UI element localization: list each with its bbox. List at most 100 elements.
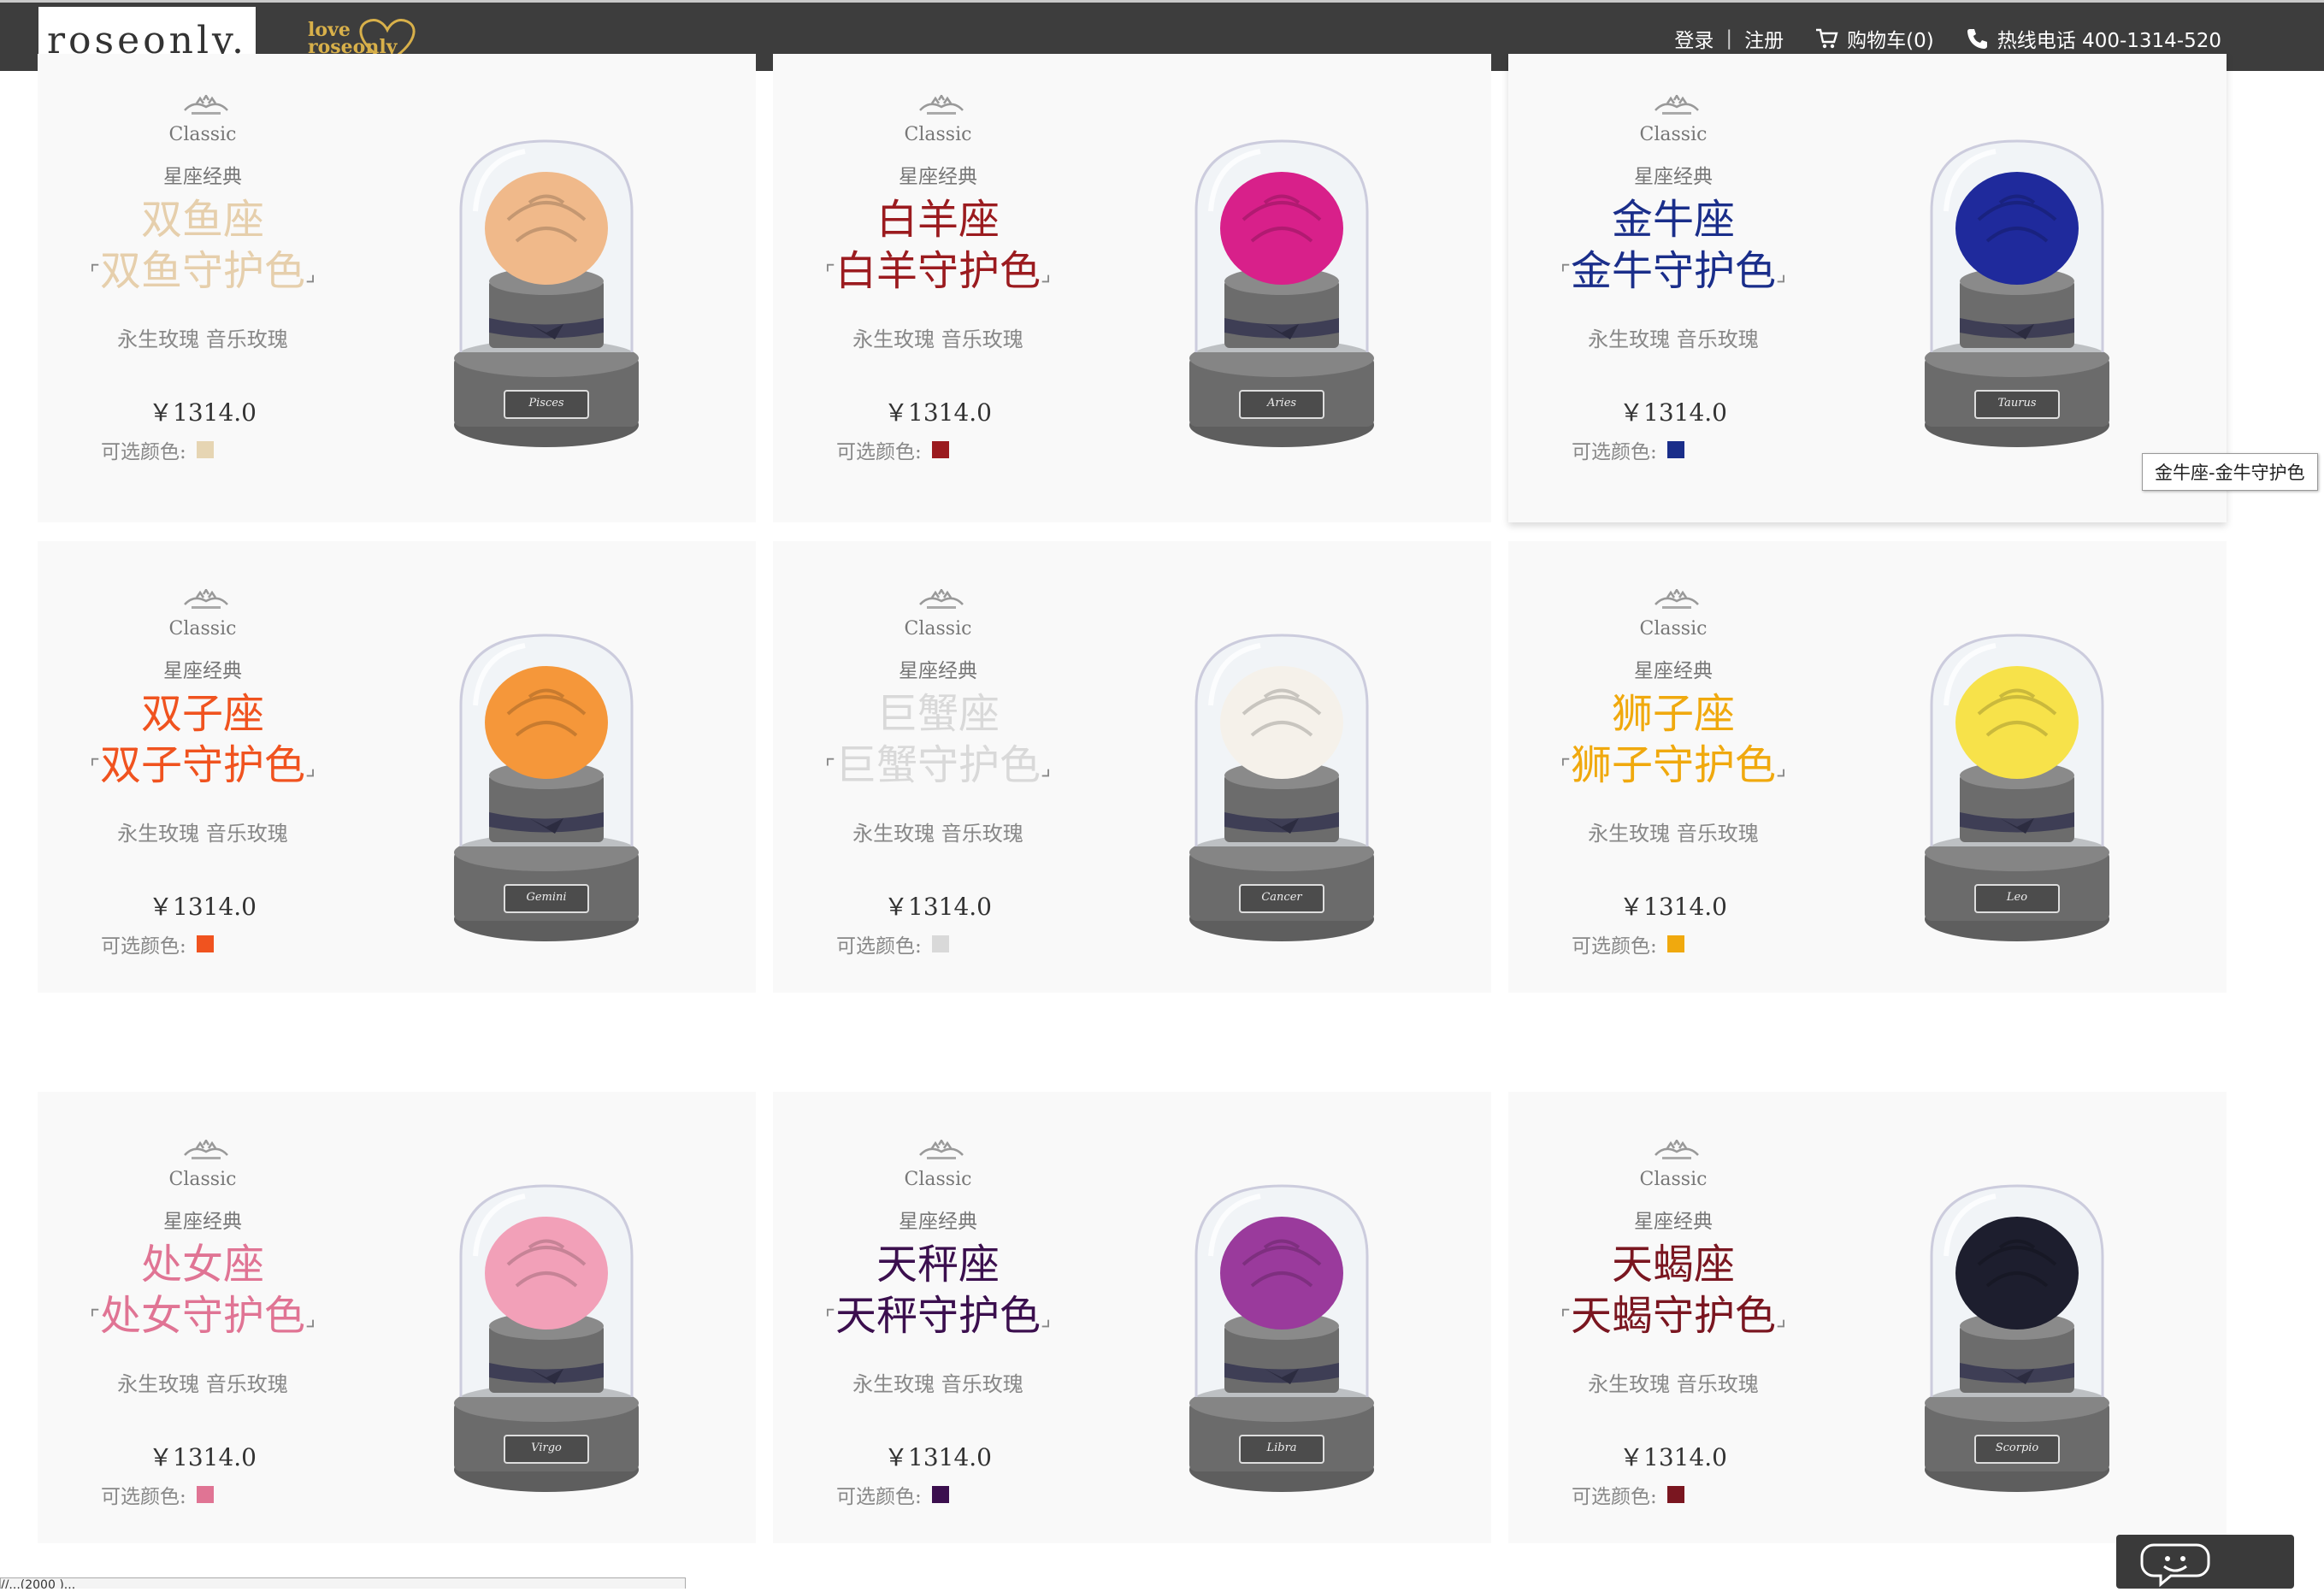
- guardian-color-title[interactable]: ⌜白羊守护色⌟: [773, 245, 1103, 300]
- color-options: 可选颜色:: [836, 435, 949, 464]
- product-card[interactable]: Classic 星座经典 天秤座 ⌜天秤守护色⌟ 永生玫瑰 音乐玫瑰 ￥1314…: [773, 1092, 1491, 1543]
- guardian-color-title[interactable]: ⌜处女守护色⌟: [38, 1290, 368, 1345]
- color-swatch[interactable]: [931, 1486, 949, 1503]
- classic-label: Classic: [1639, 618, 1708, 640]
- plaque-text: Scorpio: [1996, 1442, 2039, 1454]
- color-options: 可选颜色:: [101, 1480, 214, 1509]
- guardian-color-text: 白羊守护色: [835, 247, 1041, 295]
- series-label: 星座经典: [899, 1211, 977, 1233]
- classic-label: Classic: [904, 618, 972, 640]
- guardian-color-title[interactable]: ⌜双子守护色⌟: [38, 740, 368, 794]
- crown-emblem-icon: [919, 1140, 964, 1159]
- crown-emblem-icon: [1655, 95, 1699, 115]
- guardian-color-title[interactable]: ⌜金牛守护色⌟: [1508, 245, 1838, 300]
- product-card[interactable]: Classic 星座经典 双子座 ⌜双子守护色⌟ 永生玫瑰 音乐玫瑰 ￥1314…: [38, 541, 756, 993]
- color-swatch[interactable]: [196, 441, 214, 458]
- guardian-color-text: 双鱼守护色: [99, 247, 305, 295]
- rose-in-glass-dome-image[interactable]: Virgo: [448, 1179, 645, 1508]
- zodiac-name[interactable]: 双鱼座: [38, 194, 368, 245]
- rose-in-glass-dome-image[interactable]: Cancer: [1183, 628, 1380, 958]
- zodiac-name[interactable]: 处女座: [38, 1239, 368, 1290]
- color-swatch[interactable]: [1666, 935, 1684, 952]
- product-price: ￥1314.0: [1619, 1443, 1727, 1471]
- color-swatch[interactable]: [1666, 441, 1684, 458]
- hotline-text: 热线电话 400-1314-520: [1997, 29, 2221, 52]
- product-price: ￥1314.0: [884, 893, 992, 921]
- plaque-text: Gemini: [526, 891, 566, 904]
- guardian-color-title[interactable]: ⌜天秤守护色⌟: [773, 1290, 1103, 1345]
- close-corner-bracket: ⌟: [305, 755, 316, 781]
- zodiac-name[interactable]: 金牛座: [1508, 194, 1838, 245]
- color-swatch[interactable]: [1666, 1486, 1684, 1503]
- guardian-color-title[interactable]: ⌜狮子守护色⌟: [1508, 740, 1838, 794]
- rose-in-glass-dome-image[interactable]: Aries: [1183, 134, 1380, 463]
- zodiac-name[interactable]: 巨蟹座: [773, 688, 1103, 740]
- open-corner-bracket: ⌜: [89, 261, 100, 287]
- guardian-color-title[interactable]: ⌜双鱼守护色⌟: [38, 245, 368, 300]
- series-label: 星座经典: [163, 166, 242, 188]
- color-swatch[interactable]: [931, 441, 949, 458]
- login-link[interactable]: 登录: [1674, 24, 1714, 53]
- rose-in-glass-dome-image[interactable]: Gemini: [448, 628, 645, 958]
- rose-in-glass-dome-image[interactable]: Leo: [1919, 628, 2115, 958]
- rose-in-glass-dome-image[interactable]: Pisces: [448, 134, 645, 463]
- open-corner-bracket: ⌜: [1560, 755, 1571, 781]
- rose-in-glass-dome-image[interactable]: Scorpio: [1919, 1179, 2115, 1508]
- color-label: 可选颜色:: [101, 441, 186, 463]
- cart-icon[interactable]: [1814, 27, 1838, 50]
- rose-in-glass-dome-image[interactable]: Taurus: [1919, 134, 2115, 463]
- open-corner-bracket: ⌜: [89, 755, 100, 781]
- product-price: ￥1314.0: [884, 1443, 992, 1471]
- plaque-text: Virgo: [531, 1442, 562, 1454]
- plaque-text: Pisces: [528, 397, 564, 410]
- phone-icon: [1967, 28, 1987, 49]
- crown-emblem-icon: [919, 589, 964, 609]
- product-card[interactable]: Classic 星座经典 狮子座 ⌜狮子守护色⌟ 永生玫瑰 音乐玫瑰 ￥1314…: [1508, 541, 2227, 993]
- open-corner-bracket: ⌜: [1560, 261, 1571, 287]
- color-options: 可选颜色:: [836, 929, 949, 958]
- zodiac-name[interactable]: 双子座: [38, 688, 368, 740]
- cart-link[interactable]: 购物车(0): [1847, 24, 1934, 53]
- zodiac-name[interactable]: 狮子座: [1508, 688, 1838, 740]
- series-label: 星座经典: [1634, 1211, 1713, 1233]
- zodiac-name[interactable]: 天秤座: [773, 1239, 1103, 1290]
- open-corner-bracket: ⌜: [89, 1306, 100, 1332]
- plaque-text: Aries: [1266, 397, 1296, 410]
- tooltip: 金牛座-金牛守护色: [2142, 453, 2318, 491]
- chat-widget[interactable]: [2116, 1535, 2294, 1589]
- guardian-color-text: 处女守护色: [99, 1292, 305, 1340]
- series-label: 星座经典: [899, 660, 977, 682]
- register-link[interactable]: 注册: [1744, 24, 1784, 53]
- product-card[interactable]: Classic 星座经典 处女座 ⌜处女守护色⌟ 永生玫瑰 音乐玫瑰 ￥1314…: [38, 1092, 756, 1543]
- classic-label: Classic: [1639, 1169, 1708, 1190]
- guardian-color-text: 狮子守护色: [1570, 741, 1776, 789]
- crown-emblem-icon: [184, 95, 228, 115]
- guardian-color-title[interactable]: ⌜天蝎守护色⌟: [1508, 1290, 1838, 1345]
- classic-label: Classic: [168, 1169, 237, 1190]
- close-corner-bracket: ⌟: [1041, 261, 1052, 287]
- close-corner-bracket: ⌟: [305, 261, 316, 287]
- product-card[interactable]: Classic 星座经典 巨蟹座 ⌜巨蟹守护色⌟ 永生玫瑰 音乐玫瑰 ￥1314…: [773, 541, 1491, 993]
- rose-in-glass-dome-image[interactable]: Libra: [1183, 1179, 1380, 1508]
- guardian-color-text: 天秤守护色: [835, 1292, 1041, 1340]
- classic-label: Classic: [1639, 124, 1708, 145]
- color-swatch[interactable]: [931, 935, 949, 952]
- status-bar: //...(2000 )...: [0, 1577, 686, 1589]
- zodiac-name[interactable]: 白羊座: [773, 194, 1103, 245]
- color-label: 可选颜色:: [1572, 1486, 1657, 1508]
- product-card[interactable]: Classic 星座经典 白羊座 ⌜白羊守护色⌟ 永生玫瑰 音乐玫瑰 ￥1314…: [773, 54, 1491, 522]
- color-swatch[interactable]: [196, 935, 214, 952]
- guardian-color-text: 巨蟹守护色: [835, 741, 1041, 789]
- product-card[interactable]: Classic 星座经典 双鱼座 ⌜双鱼守护色⌟ 永生玫瑰 音乐玫瑰 ￥1314…: [38, 54, 756, 522]
- plaque-text: Leo: [2006, 891, 2027, 904]
- series-label: 星座经典: [1634, 166, 1713, 188]
- guardian-color-title[interactable]: ⌜巨蟹守护色⌟: [773, 740, 1103, 794]
- open-corner-bracket: ⌜: [824, 755, 835, 781]
- guardian-color-text: 双子守护色: [99, 741, 305, 789]
- product-card[interactable]: Classic 星座经典 天蝎座 ⌜天蝎守护色⌟ 永生玫瑰 音乐玫瑰 ￥1314…: [1508, 1092, 2227, 1543]
- product-subtitle: 永生玫瑰 音乐玫瑰: [852, 822, 1023, 846]
- product-card[interactable]: Classic 星座经典 金牛座 ⌜金牛守护色⌟ 永生玫瑰 音乐玫瑰 ￥1314…: [1508, 54, 2227, 522]
- crown-emblem-icon: [184, 589, 228, 609]
- zodiac-name[interactable]: 天蝎座: [1508, 1239, 1838, 1290]
- color-swatch[interactable]: [196, 1486, 214, 1503]
